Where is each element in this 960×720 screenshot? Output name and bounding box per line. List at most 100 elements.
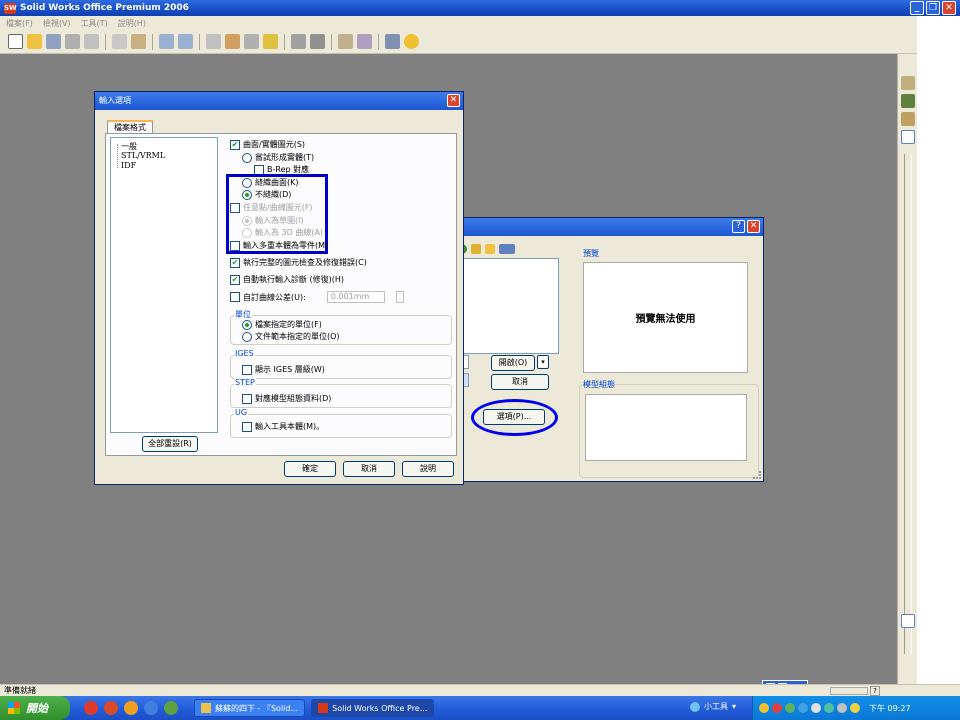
- radio-on[interactable]: [242, 215, 252, 226]
- start-button[interactable]: 開始: [0, 696, 70, 720]
- menu-help[interactable]: 說明(H): [118, 18, 146, 29]
- redo-icon[interactable]: [178, 34, 193, 49]
- media-icon[interactable]: [144, 701, 158, 715]
- tools-icon[interactable]: [357, 34, 372, 49]
- options-dialog-close-button[interactable]: ✕: [447, 94, 460, 107]
- checkbox-unchecked[interactable]: [230, 292, 240, 302]
- tray-sync-icon[interactable]: [824, 703, 834, 713]
- menu-view[interactable]: 檢視(V): [43, 18, 71, 29]
- clock[interactable]: 下午 09:27: [869, 703, 911, 714]
- save-icon[interactable]: [46, 34, 61, 49]
- chevron-down-icon[interactable]: ▾: [732, 702, 736, 711]
- rebuild-icon[interactable]: [225, 34, 240, 49]
- layer-icon[interactable]: [338, 34, 353, 49]
- iges-layers-option[interactable]: 顯示 IGES 層級(W): [242, 364, 325, 375]
- tree-item-idf[interactable]: IDF: [121, 161, 136, 170]
- window-icon[interactable]: [385, 34, 400, 49]
- tolerance-input[interactable]: 0.001mm: [326, 291, 385, 303]
- new-folder-icon[interactable]: [485, 244, 495, 254]
- radio-on[interactable]: [242, 319, 252, 330]
- units-file-option[interactable]: 檔案指定的單位(F): [242, 319, 322, 330]
- tray-volume-icon[interactable]: [837, 703, 847, 713]
- tray-update-icon[interactable]: [811, 703, 821, 713]
- menu-tools[interactable]: 工具(T): [81, 18, 108, 29]
- step-config-option[interactable]: 對應模型組態資料(D): [242, 393, 331, 404]
- file-explorer-icon[interactable]: [901, 112, 915, 126]
- smart-dimension-icon[interactable]: [263, 34, 278, 49]
- messenger-icon[interactable]: [164, 701, 178, 715]
- checkbox-unchecked[interactable]: [242, 364, 252, 375]
- select-icon[interactable]: [206, 34, 221, 49]
- checkbox-checked[interactable]: ✔: [230, 257, 240, 268]
- undo-icon[interactable]: [159, 34, 174, 49]
- collapse-pane-icon[interactable]: [901, 130, 915, 144]
- tray-pen-icon[interactable]: [850, 703, 860, 713]
- checkbox-checked[interactable]: ✔: [230, 274, 240, 285]
- open-dialog-close-button[interactable]: ✕: [747, 220, 760, 233]
- close-button[interactable]: ✕: [942, 1, 956, 15]
- full-check-option[interactable]: ✔ 執行完整的圖元檢查及修復錯誤(C): [230, 257, 367, 268]
- new-file-icon[interactable]: [8, 34, 23, 49]
- ug-bodies-option[interactable]: 輸入工具本體(M)。: [242, 421, 324, 432]
- tray-messenger-icon[interactable]: [798, 703, 808, 713]
- tolerance-spinner[interactable]: [395, 291, 404, 303]
- options-icon[interactable]: [291, 34, 306, 49]
- solidworks-quick-launch-icon[interactable]: [104, 701, 118, 715]
- design-library-icon[interactable]: [901, 94, 915, 108]
- help-icon[interactable]: ?: [732, 220, 745, 233]
- auto-diagnose-option[interactable]: ✔ 自動執行輸入診斷 (修復)(H): [230, 274, 344, 285]
- open-button[interactable]: 開啟(O): [491, 355, 535, 371]
- checkbox-unchecked[interactable]: [254, 164, 264, 175]
- file-list[interactable]: [461, 258, 559, 354]
- open-folder-icon[interactable]: [27, 34, 42, 49]
- sketch-icon[interactable]: [244, 34, 259, 49]
- up-folder-icon[interactable]: [471, 244, 481, 254]
- taskbar-item-folder[interactable]: 蘇蘇的四下 - 『Solid...: [194, 699, 306, 717]
- open-dropdown-arrow[interactable]: ▾: [537, 355, 549, 369]
- expand-pane-icon[interactable]: [901, 614, 915, 628]
- tree-item-stl-vrml[interactable]: STL/VRML: [121, 151, 165, 160]
- paste-icon[interactable]: [131, 34, 146, 49]
- checkbox-checked[interactable]: ✔: [230, 139, 240, 150]
- tab-file-format[interactable]: 檔案格式: [107, 120, 153, 134]
- browser-icon[interactable]: [124, 701, 138, 715]
- home-icon[interactable]: [901, 76, 915, 90]
- units-template-option[interactable]: 文件範本指定的單位(O): [242, 331, 340, 342]
- tray-antivirus-icon[interactable]: [772, 703, 782, 713]
- quick-launch-icon[interactable]: [84, 701, 98, 715]
- checkbox-unchecked[interactable]: [230, 202, 240, 213]
- checkbox-unchecked[interactable]: [242, 421, 252, 432]
- gadgets-toolbar[interactable]: 小工具 ▾: [690, 701, 736, 712]
- checkbox-unchecked[interactable]: [242, 393, 252, 404]
- tray-shield-icon[interactable]: [759, 703, 769, 713]
- taskbar-item-solidworks[interactable]: Solid Works Office Pre...: [311, 699, 435, 717]
- checkbox-unchecked[interactable]: [230, 240, 240, 251]
- ok-button[interactable]: 確定: [284, 461, 336, 477]
- task-pane-scrollbar[interactable]: [904, 154, 912, 654]
- print-icon[interactable]: [65, 34, 80, 49]
- restore-button[interactable]: ❐: [926, 1, 940, 15]
- cancel-button[interactable]: 取消: [491, 374, 549, 390]
- try-solid-option[interactable]: 嘗試形成實體(T): [242, 152, 314, 163]
- minimize-button[interactable]: _: [910, 1, 924, 15]
- cancel-button[interactable]: 取消: [343, 461, 395, 477]
- tray-network-icon[interactable]: [785, 703, 795, 713]
- radio-off[interactable]: [242, 152, 252, 163]
- free-point-option[interactable]: 任意點/曲線圖元(F): [230, 202, 313, 213]
- status-help-icon[interactable]: ?: [870, 686, 880, 696]
- radio-off[interactable]: [242, 331, 252, 342]
- grid-icon[interactable]: [310, 34, 325, 49]
- reset-all-button[interactable]: 全部重設(R): [142, 436, 198, 452]
- custom-tolerance-option[interactable]: 自訂曲線公差(U): 0.001mm: [230, 291, 404, 303]
- menu-file[interactable]: 檔案(F): [6, 18, 33, 29]
- view-menu-icon[interactable]: [499, 244, 515, 254]
- cut-icon[interactable]: [112, 34, 127, 49]
- assembly-list[interactable]: [585, 394, 747, 461]
- import-3d-curve-option[interactable]: 輸入為 3D 曲線(A): [242, 227, 323, 238]
- import-sketch-option[interactable]: 輸入為草圖(I): [242, 215, 304, 226]
- print-preview-icon[interactable]: [84, 34, 99, 49]
- resize-grip[interactable]: [753, 471, 761, 479]
- help-button[interactable]: 說明: [402, 461, 454, 477]
- surface-solid-option[interactable]: ✔ 曲面/實體圖元(S): [230, 139, 305, 150]
- multi-body-option[interactable]: 輸入多重本體為零件(M): [230, 240, 328, 251]
